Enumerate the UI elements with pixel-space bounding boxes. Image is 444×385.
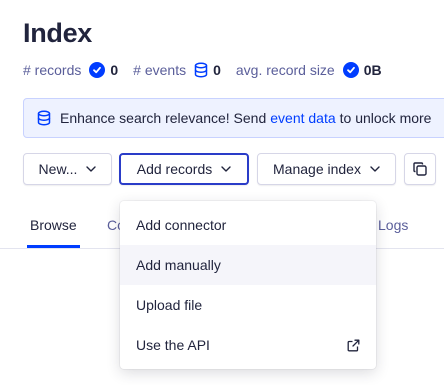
manage-index-button[interactable]: Manage index: [257, 153, 396, 185]
event-data-link[interactable]: event data: [270, 110, 335, 126]
check-icon: [342, 62, 359, 78]
tab-browse[interactable]: Browse: [30, 217, 77, 233]
new-button[interactable]: New...: [23, 153, 112, 185]
index-stats: # records 0 # events 0 avg. record size …: [23, 61, 382, 79]
external-link-icon: [347, 339, 360, 352]
menu-item-label: Add connector: [136, 217, 227, 233]
menu-item-label: Upload file: [136, 297, 203, 313]
copy-icon: [412, 161, 428, 177]
size-label: avg. record size: [235, 62, 335, 78]
chevron-down-icon: [370, 166, 380, 172]
page-title: Index: [23, 18, 93, 48]
add-records-label: Add records: [136, 161, 213, 177]
chevron-down-icon: [221, 166, 231, 172]
events-label: # events: [133, 62, 187, 78]
check-icon: [89, 62, 106, 78]
database-icon: [37, 110, 51, 126]
banner-text: Enhance search relevance! Send: [60, 110, 267, 126]
manage-index-label: Manage index: [273, 161, 361, 177]
banner-text-end: to unlock more: [339, 110, 432, 126]
events-value: 0: [213, 62, 221, 78]
active-tab-indicator: [27, 245, 80, 248]
database-icon: [194, 62, 208, 78]
menu-item-upload-file[interactable]: Upload file: [120, 285, 376, 325]
tab-partial-right[interactable]: l Logs: [371, 217, 408, 233]
info-banner: Enhance search relevance! Send event dat…: [23, 98, 444, 138]
menu-item-add-connector[interactable]: Add connector: [120, 205, 376, 245]
menu-item-use-the-api[interactable]: Use the API: [120, 325, 376, 365]
chevron-down-icon: [86, 166, 97, 172]
menu-item-add-manually[interactable]: Add manually: [120, 245, 376, 285]
size-value: 0B: [363, 62, 382, 78]
records-label: # records: [23, 62, 82, 78]
menu-item-label: Use the API: [136, 337, 210, 353]
add-records-button[interactable]: Add records: [119, 153, 249, 185]
menu-item-label: Add manually: [136, 257, 221, 273]
copy-button[interactable]: [404, 153, 436, 185]
add-records-menu: Add connector Add manually Upload file U…: [120, 201, 376, 369]
records-value: 0: [110, 62, 119, 78]
new-button-label: New...: [38, 161, 78, 177]
